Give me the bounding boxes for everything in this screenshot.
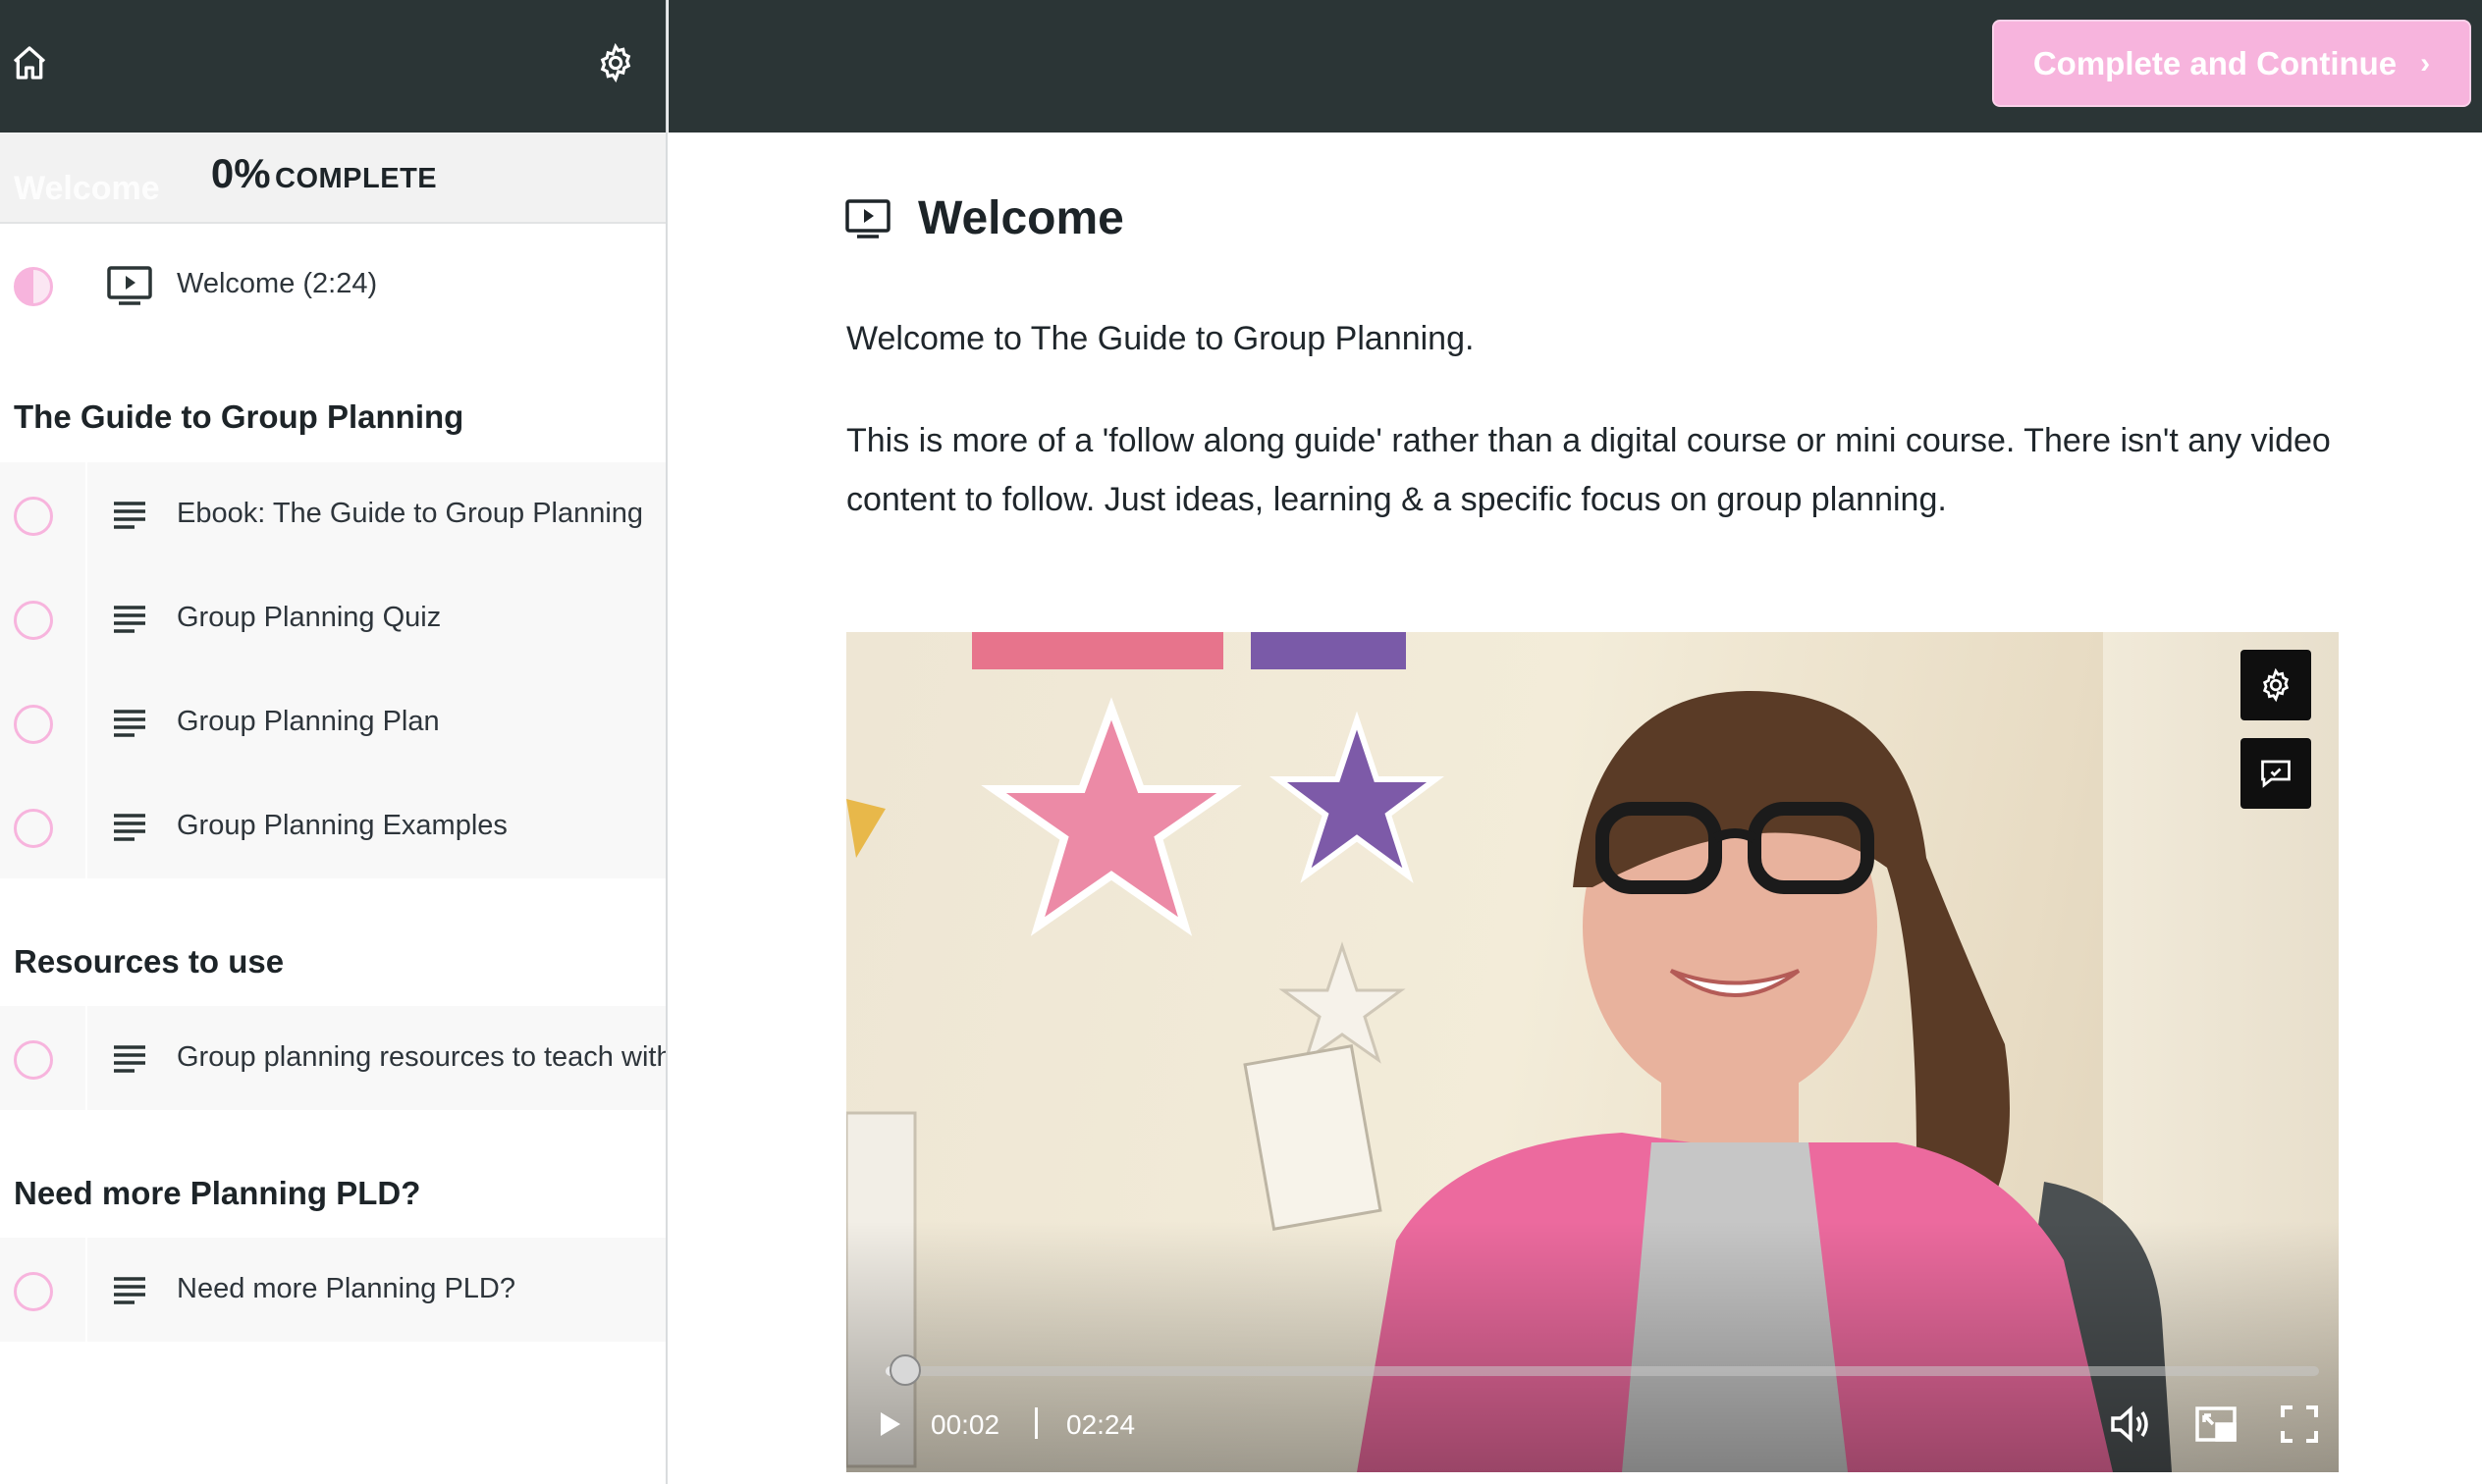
main-header: Complete and Continue ›: [669, 0, 2482, 132]
picture-in-picture-icon: [2195, 1406, 2237, 1442]
lesson-label: Group Planning Plan: [177, 706, 440, 737]
play-button[interactable]: [866, 1400, 915, 1449]
text-lesson-icon: [106, 704, 153, 743]
course-progress: Welcome 0% COMPLETE: [0, 132, 666, 224]
progress-label: COMPLETE: [275, 163, 438, 194]
text-lesson-icon: [106, 1271, 153, 1310]
gear-icon: [2262, 667, 2290, 703]
lesson-item[interactable]: Need more Planning PLD?: [0, 1238, 666, 1342]
video-lesson-icon: [106, 266, 153, 305]
lesson-label: Ebook: The Guide to Group Planning: [177, 498, 644, 529]
home-icon: [13, 46, 46, 80]
lesson-label: Group planning resources to teach with: [177, 1041, 668, 1073]
chapter-title: Resources to use: [14, 943, 285, 980]
lesson-item[interactable]: Group Planning Plan: [0, 670, 666, 774]
lesson-item[interactable]: Ebook: The Guide to Group Planning: [0, 462, 666, 566]
course-sidebar: Welcome 0% COMPLETE Welcome (2:24) The G…: [0, 0, 668, 1484]
complete-and-continue-button[interactable]: Complete and Continue ›: [1992, 20, 2471, 107]
text-lesson-icon: [106, 1039, 153, 1079]
lesson-paragraph: Welcome to The Guide to Group Planning.: [846, 320, 1475, 357]
lesson-heading: Welcome: [845, 191, 1124, 245]
text-lesson-icon: [106, 808, 153, 847]
progress-percent: 0%: [210, 150, 271, 196]
chapter-title: Need more Planning PLD?: [14, 1175, 421, 1211]
lesson-paragraph: This is more of a 'follow along guide' r…: [846, 422, 2331, 518]
in-progress-status-icon: [14, 267, 53, 306]
chapter-title: The Guide to Group Planning: [14, 398, 464, 435]
video-feedback-button[interactable]: [2240, 738, 2311, 809]
home-button[interactable]: [8, 41, 51, 84]
sidebar-header: [0, 0, 666, 132]
text-lesson-icon: [106, 496, 153, 535]
lesson-label: Need more Planning PLD?: [177, 1273, 515, 1304]
lesson-label: Group Planning Quiz: [177, 602, 442, 633]
video-lesson-icon: [845, 197, 892, 240]
video-settings-button[interactable]: [2240, 650, 2311, 720]
volume-button[interactable]: [2106, 1400, 2155, 1449]
settings-button[interactable]: [593, 40, 638, 85]
time-separator: [1035, 1407, 1038, 1439]
current-time: 00:02: [931, 1409, 1000, 1440]
fullscreen-icon: [2281, 1405, 2318, 1443]
incomplete-status-icon: [14, 705, 53, 744]
comment-icon: [2261, 760, 2291, 788]
fullscreen-button[interactable]: [2275, 1400, 2324, 1449]
play-icon: [881, 1412, 900, 1436]
gear-icon: [600, 42, 631, 83]
lesson-label: Welcome (2:24): [177, 268, 378, 299]
lesson-item[interactable]: Group Planning Quiz: [0, 566, 666, 670]
volume-icon: [2111, 1405, 2148, 1443]
incomplete-status-icon: [14, 809, 53, 848]
video-seek-bar[interactable]: [886, 1354, 2319, 1386]
incomplete-status-icon: [14, 1040, 53, 1080]
lesson-item-welcome[interactable]: Welcome (2:24): [0, 233, 666, 337]
incomplete-status-icon: [14, 1272, 53, 1311]
lesson-title: Welcome: [918, 192, 1124, 244]
duration: 02:24: [1066, 1409, 1136, 1440]
lesson-item[interactable]: Group planning resources to teach with: [0, 1006, 668, 1110]
lesson-item[interactable]: Group Planning Examples: [0, 774, 666, 878]
video-player[interactable]: 00:02 02:24: [846, 632, 2339, 1472]
picture-in-picture-button[interactable]: [2191, 1400, 2240, 1449]
incomplete-status-icon: [14, 601, 53, 640]
lesson-label: Group Planning Examples: [177, 810, 508, 841]
chevron-right-icon: ›: [2420, 46, 2431, 80]
text-lesson-icon: [106, 600, 153, 639]
lesson-content: Welcome Welcome to The Guide to Group Pl…: [669, 132, 2482, 1484]
incomplete-status-icon: [14, 497, 53, 536]
continue-label: Complete and Continue: [2032, 44, 2398, 81]
